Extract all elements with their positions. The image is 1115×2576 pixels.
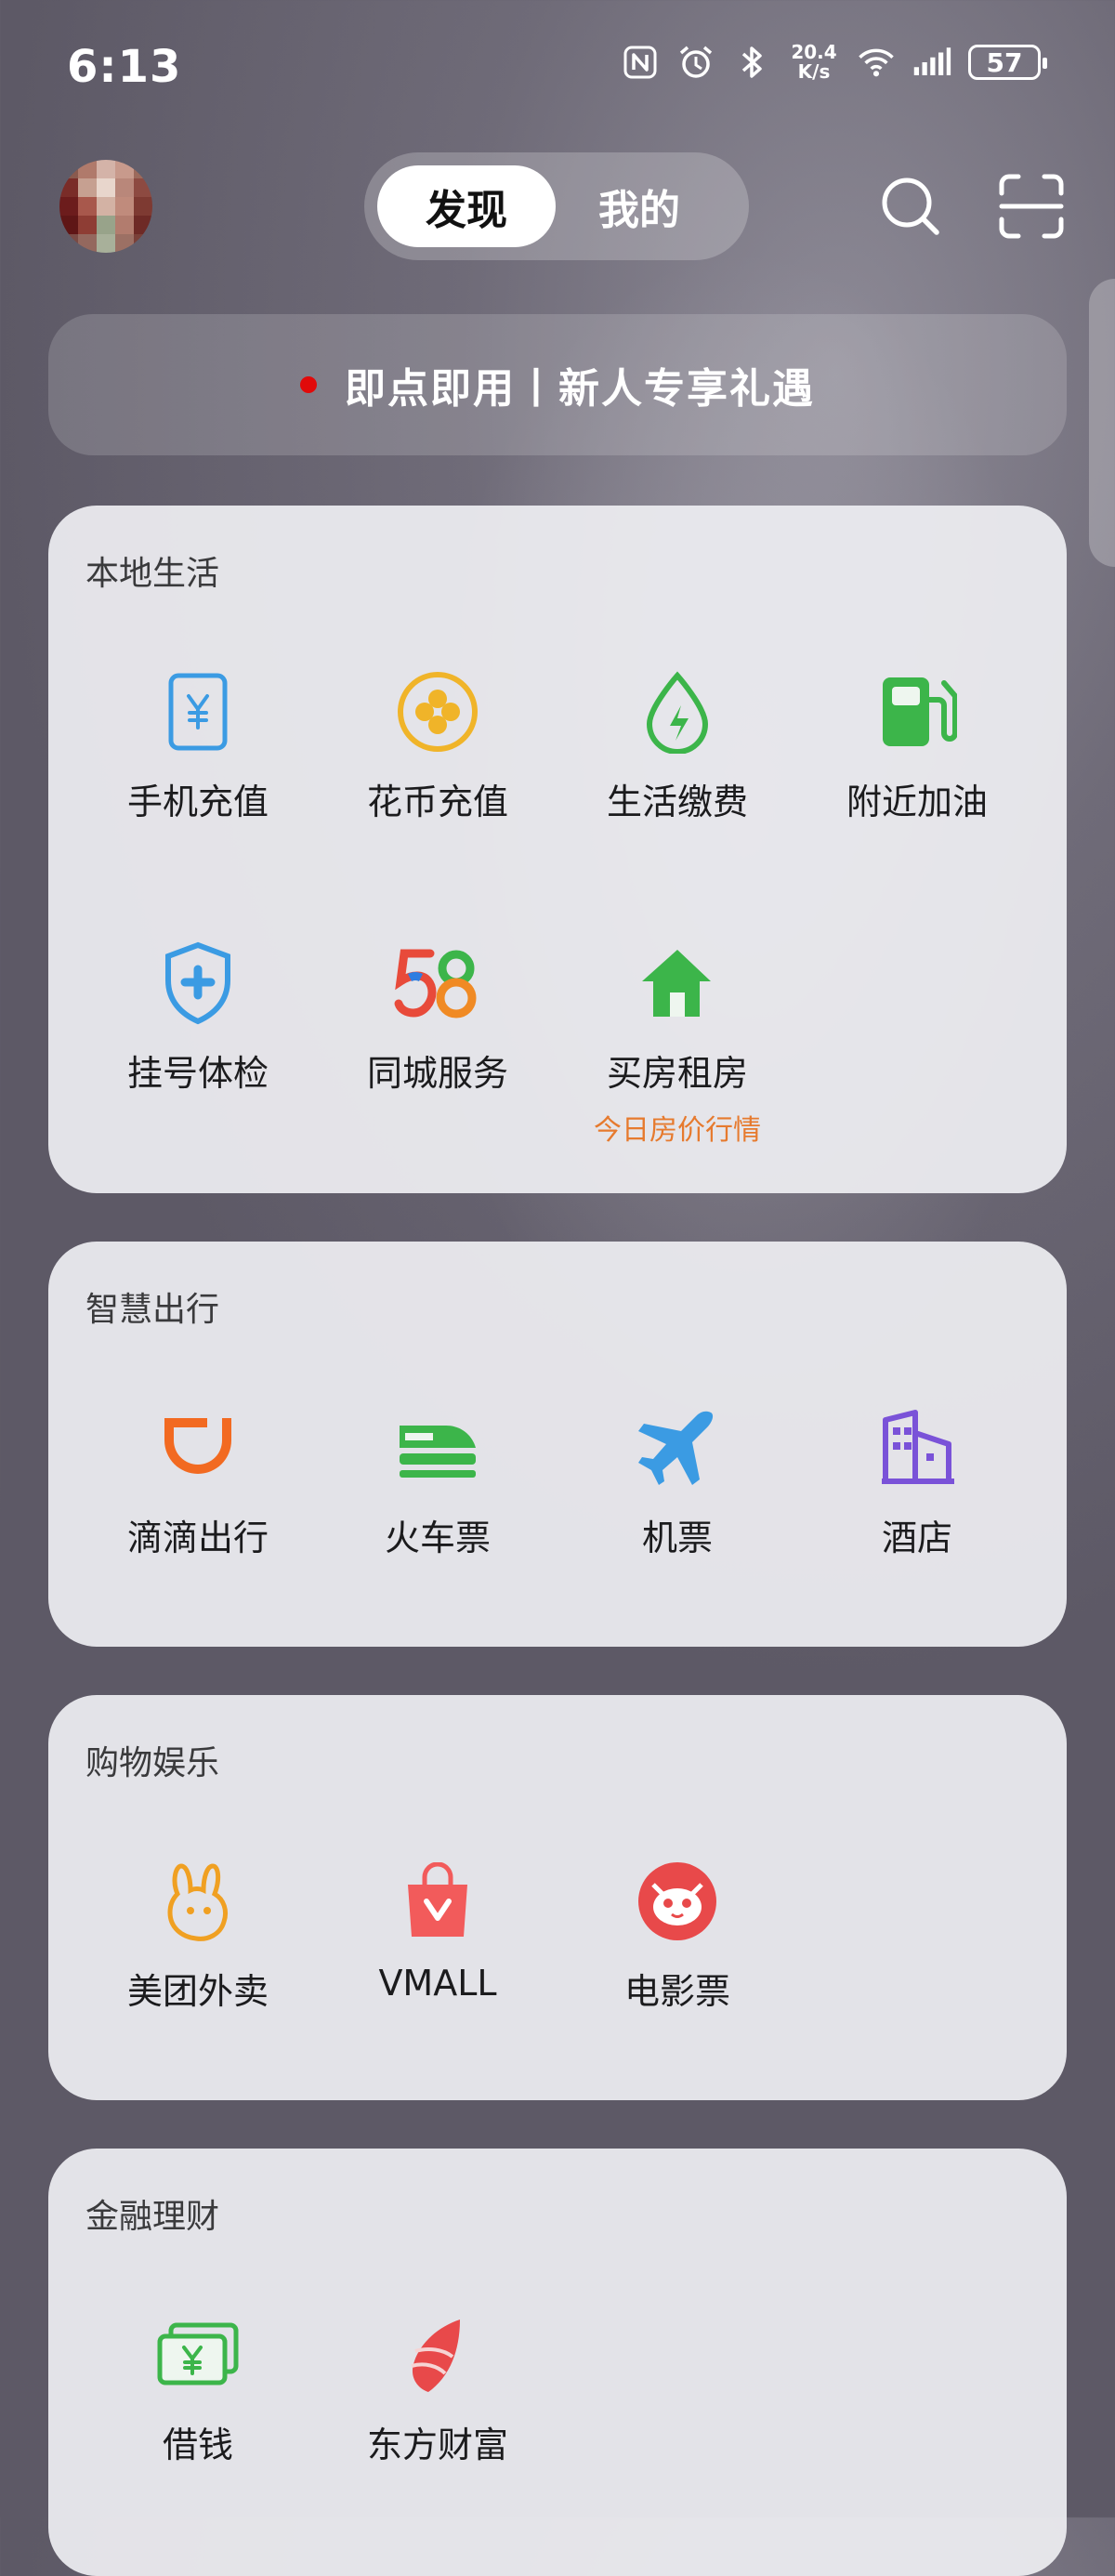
card-shopping: 购物娱乐 美团外卖 VMALL 电影票 (48, 1695, 1067, 2100)
house-price-subtitle: 今日房价行情 (594, 1114, 761, 1147)
net-speed-unit: K/s (797, 60, 831, 83)
service-phone-recharge[interactable]: 手机充值 (77, 664, 319, 824)
service-58-city[interactable]: 同城服务 (317, 935, 558, 1096)
card-travel: 智慧出行 滴滴出行 火车票 机票 酒店 (48, 1242, 1067, 1647)
tab-switcher: 发现 我的 (364, 152, 749, 260)
net-speed: 20.4 K/s (788, 43, 840, 82)
service-gas-station[interactable]: 附近加油 (796, 664, 1038, 824)
phone-recharge-icon (150, 664, 246, 760)
airplane-icon (629, 1400, 726, 1496)
search-icon[interactable] (873, 169, 948, 243)
service-didi[interactable]: 滴滴出行 (77, 1400, 319, 1560)
tab-mine[interactable]: 我的 (550, 165, 728, 247)
service-label: 手机充值 (126, 782, 269, 822)
service-coin-recharge[interactable]: 花币充值 (317, 664, 558, 824)
service-label: 火车票 (384, 1518, 491, 1558)
service-meituan[interactable]: 美团外卖 (77, 1853, 319, 2014)
58-logo-icon (389, 935, 486, 1032)
service-hotel[interactable]: 酒店 (796, 1400, 1038, 1560)
signal-icon (912, 43, 951, 82)
service-loan[interactable]: 借钱 (77, 2307, 319, 2467)
train-icon (389, 1400, 486, 1496)
house-icon (629, 935, 726, 1032)
section-title: 智慧出行 (85, 1291, 220, 1329)
status-bar: 6:13 20.4 K/s 57 (0, 0, 1115, 139)
service-label: 花币充值 (366, 782, 508, 822)
medical-shield-icon (150, 935, 246, 1032)
promo-banner[interactable]: 即点即用丨新人专享礼遇 (48, 314, 1067, 455)
wifi-icon (857, 43, 896, 82)
status-time: 6:13 (67, 41, 182, 93)
movie-cat-icon (629, 1853, 726, 1950)
status-icons: 20.4 K/s 57 (621, 43, 1047, 82)
service-label: 同城服务 (366, 1053, 508, 1094)
eastmoney-icon (389, 2307, 486, 2403)
card-finance: 金融理财 借钱 东方财富 (48, 2149, 1067, 2576)
side-pull-tab[interactable] (1089, 279, 1115, 567)
avatar[interactable] (59, 160, 152, 253)
service-label: 机票 (641, 1518, 713, 1558)
service-train[interactable]: 火车票 (317, 1400, 558, 1560)
hotel-icon (869, 1400, 965, 1496)
gas-station-icon (869, 664, 965, 760)
alarm-icon (676, 43, 715, 82)
service-eastmoney[interactable]: 东方财富 (317, 2307, 558, 2467)
service-label: 附近加油 (846, 782, 988, 822)
section-title: 金融理财 (85, 2198, 220, 2236)
service-house[interactable]: 买房租房 今日房价行情 (557, 935, 798, 1148)
service-label: 美团外卖 (126, 1971, 269, 2012)
service-label: 生活缴费 (606, 782, 748, 822)
battery-icon: 57 (968, 45, 1047, 80)
service-label: 挂号体检 (126, 1053, 269, 1094)
service-label: 借钱 (162, 2425, 233, 2465)
meituan-waimai-icon (150, 1853, 246, 1950)
bluetooth-icon (732, 43, 771, 82)
service-vmall[interactable]: VMALL (317, 1853, 558, 2004)
service-label: 买房租房 (606, 1053, 748, 1094)
service-movie[interactable]: 电影票 (557, 1853, 798, 2014)
scan-icon[interactable] (994, 169, 1069, 243)
service-medical[interactable]: 挂号体检 (77, 935, 319, 1096)
utility-bill-icon (629, 664, 726, 760)
promo-banner-text: 即点即用丨新人专享礼遇 (345, 365, 815, 413)
red-dot-indicator (300, 376, 317, 393)
section-title: 购物娱乐 (85, 1744, 220, 1782)
tab-discover[interactable]: 发现 (377, 165, 556, 247)
card-local-life: 本地生活 手机充值 花币充值 生活缴费 附近加油 挂号体检 同城服务 买房租房 … (48, 506, 1067, 1193)
service-utility-bill[interactable]: 生活缴费 (557, 664, 798, 824)
loan-money-icon (150, 2307, 246, 2403)
service-flight[interactable]: 机票 (557, 1400, 798, 1560)
section-title: 本地生活 (85, 555, 220, 593)
vmall-bag-icon (389, 1853, 486, 1950)
didi-icon (150, 1400, 246, 1496)
battery-level: 57 (986, 46, 1023, 78)
coin-recharge-icon (389, 664, 486, 760)
nfc-icon (621, 43, 660, 82)
service-label: 电影票 (623, 1971, 730, 2012)
net-speed-value: 20.4 (791, 41, 837, 63)
service-label: VMALL (378, 1963, 497, 2004)
service-label: 滴滴出行 (126, 1518, 269, 1558)
service-label: 酒店 (881, 1518, 952, 1558)
service-label: 东方财富 (366, 2425, 508, 2465)
